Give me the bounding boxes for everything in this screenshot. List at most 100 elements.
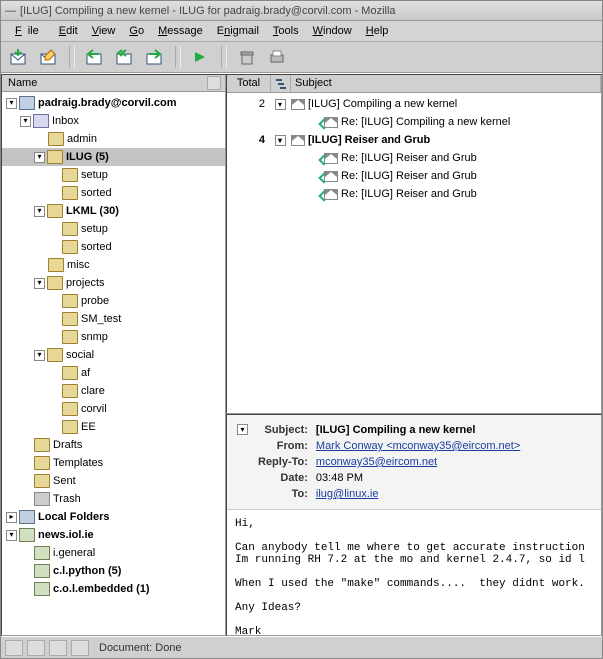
print-button[interactable] <box>265 46 289 68</box>
inbox-row[interactable]: ▾Inbox <box>2 112 225 130</box>
message-pane: ▾ Subject: [ILUG] Compiling a new kernel… <box>226 414 602 636</box>
twisty-icon[interactable]: ▾ <box>34 350 45 361</box>
twisty-icon[interactable]: ▾ <box>34 278 45 289</box>
twisty-icon[interactable]: ▾ <box>275 99 286 110</box>
folder-pane-header[interactable]: Name <box>2 75 225 92</box>
account-row[interactable]: ▾padraig.brady@corvil.com <box>2 94 225 112</box>
folder-tree[interactable]: ▾padraig.brady@corvil.com ▾Inbox admin ▾… <box>2 92 225 635</box>
folder-probe[interactable]: probe <box>2 292 225 310</box>
menu-file[interactable]: File <box>9 23 51 39</box>
thread-row[interactable]: 4▾[ILUG] Reiser and Grub <box>227 131 601 149</box>
header-label-date: Date: <box>258 471 314 485</box>
message-body[interactable]: Hi, Can anybody tell me where to get acc… <box>227 510 601 635</box>
folder-ee[interactable]: EE <box>2 418 225 436</box>
thread-row[interactable]: Re: [ILUG] Reiser and Grub <box>227 185 601 203</box>
statusbar: Document: Done <box>1 636 602 658</box>
news-server-row[interactable]: ▾news.iol.ie <box>2 526 225 544</box>
menu-go[interactable]: Go <box>123 23 150 39</box>
thread-subject: [ILUG] Reiser and Grub <box>308 134 430 146</box>
trash-icon <box>34 492 50 506</box>
folder-icon <box>62 384 78 398</box>
inbox-icon <box>33 114 49 128</box>
thread-row[interactable]: Re: [ILUG] Compiling a new kernel <box>227 113 601 131</box>
thread-row[interactable]: 2▾[ILUG] Compiling a new kernel <box>227 95 601 113</box>
folder-sort-icon[interactable] <box>207 76 221 90</box>
folder-projects[interactable]: ▾projects <box>2 274 225 292</box>
folder-af[interactable]: af <box>2 364 225 382</box>
next-button[interactable] <box>189 46 213 68</box>
status-mail-icon[interactable] <box>27 640 45 656</box>
sent-row[interactable]: Sent <box>2 472 225 490</box>
status-compose-icon[interactable] <box>49 640 67 656</box>
compose-button[interactable] <box>37 46 61 68</box>
header-from-link[interactable]: Mark Conway <mconway35@eircom.net> <box>316 440 520 452</box>
folder-icon <box>47 348 63 362</box>
menu-enigmail[interactable]: Enigmail <box>211 23 265 39</box>
folder-icon <box>62 168 78 182</box>
twisty-icon[interactable]: ▾ <box>34 206 45 217</box>
folder-icon <box>62 294 78 308</box>
status-mozilla-icon[interactable] <box>5 640 23 656</box>
folder-setup[interactable]: setup <box>2 166 225 184</box>
newsgroup-clpython[interactable]: c.l.python (5) <box>2 562 225 580</box>
drafts-row[interactable]: Drafts <box>2 436 225 454</box>
folder-snmp[interactable]: snmp <box>2 328 225 346</box>
folder-lkml[interactable]: ▾LKML (30) <box>2 202 225 220</box>
twisty-icon[interactable]: ▾ <box>34 152 45 163</box>
menu-view[interactable]: View <box>86 23 122 39</box>
folder-icon <box>62 312 78 326</box>
twisty-icon[interactable]: ▾ <box>6 530 17 541</box>
get-mail-button[interactable] <box>7 46 31 68</box>
column-subject[interactable]: Subject <box>291 75 601 92</box>
header-label-subject: Subject: <box>258 423 314 437</box>
status-address-icon[interactable] <box>71 640 89 656</box>
menu-window[interactable]: Window <box>307 23 358 39</box>
thread-list[interactable]: 2▾[ILUG] Compiling a new kernelRe: [ILUG… <box>227 93 601 413</box>
folder-corvil[interactable]: corvil <box>2 400 225 418</box>
header-twisty-icon[interactable]: ▾ <box>237 424 248 435</box>
folder-clare[interactable]: clare <box>2 382 225 400</box>
reply-all-button[interactable] <box>113 46 137 68</box>
column-thread-icon[interactable] <box>271 75 291 92</box>
server-icon <box>19 96 35 110</box>
thread-row[interactable]: Re: [ILUG] Reiser and Grub <box>227 149 601 167</box>
folder-icon <box>62 330 78 344</box>
reply-button[interactable] <box>83 46 107 68</box>
folder-icon <box>47 204 63 218</box>
folder-icon <box>48 258 64 272</box>
folder-admin[interactable]: admin <box>2 130 225 148</box>
menu-tools[interactable]: Tools <box>267 23 305 39</box>
folder-smtest[interactable]: SM_test <box>2 310 225 328</box>
mail-icon <box>291 99 305 110</box>
column-total[interactable]: Total <box>227 75 271 92</box>
folder-sorted[interactable]: sorted <box>2 184 225 202</box>
menu-message[interactable]: Message <box>152 23 209 39</box>
twisty-icon[interactable]: ▸ <box>6 512 17 523</box>
header-to-link[interactable]: ilug@linux.ie <box>316 488 379 500</box>
folder-header-label: Name <box>8 77 37 89</box>
folder-ilug[interactable]: ▾ILUG (5) <box>2 148 225 166</box>
twisty-icon[interactable]: ▾ <box>20 116 31 127</box>
folder-sorted2[interactable]: sorted <box>2 238 225 256</box>
menu-edit[interactable]: Edit <box>53 23 84 39</box>
news-server-icon <box>19 528 35 542</box>
forward-button[interactable] <box>143 46 167 68</box>
window-title: [ILUG] Compiling a new kernel - ILUG for… <box>20 5 396 17</box>
folder-icon <box>47 150 63 164</box>
local-folders-row[interactable]: ▸Local Folders <box>2 508 225 526</box>
newsgroup-colembedded[interactable]: c.o.l.embedded (1) <box>2 580 225 598</box>
newsgroup-igeneral[interactable]: i.general <box>2 544 225 562</box>
trash-row[interactable]: Trash <box>2 490 225 508</box>
folder-social[interactable]: ▾social <box>2 346 225 364</box>
header-replyto-link[interactable]: mconway35@eircom.net <box>316 456 437 468</box>
twisty-icon[interactable]: ▾ <box>6 98 17 109</box>
drafts-icon <box>34 438 50 452</box>
mail-icon <box>324 189 338 200</box>
templates-row[interactable]: Templates <box>2 454 225 472</box>
twisty-icon[interactable]: ▾ <box>275 135 286 146</box>
thread-row[interactable]: Re: [ILUG] Reiser and Grub <box>227 167 601 185</box>
menu-help[interactable]: Help <box>360 23 395 39</box>
folder-setup2[interactable]: setup <box>2 220 225 238</box>
delete-button[interactable] <box>235 46 259 68</box>
folder-misc[interactable]: misc <box>2 256 225 274</box>
